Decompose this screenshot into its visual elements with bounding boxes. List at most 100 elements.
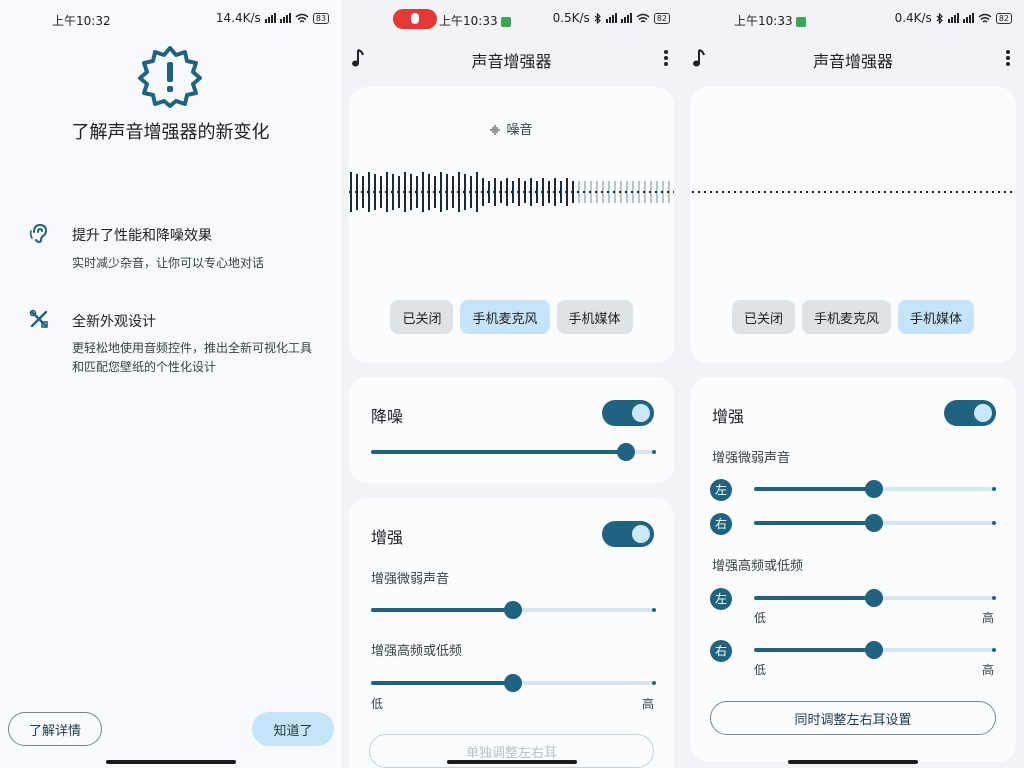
- chip-off[interactable]: 已关闭: [390, 300, 454, 334]
- more-options-icon[interactable]: [664, 50, 668, 66]
- battery-icon: 82: [653, 12, 670, 24]
- slider-thumb[interactable]: [503, 601, 522, 619]
- page-title: 了解声音增强器的新变化: [71, 122, 270, 143]
- freq-right-low-label: 低: [754, 663, 767, 677]
- status-time: 上午10:33: [734, 12, 806, 29]
- noise-reduction-card: 降噪: [349, 377, 674, 483]
- chip-phone-mic[interactable]: 手机麦克风: [460, 300, 550, 334]
- freq-slider[interactable]: [371, 674, 656, 692]
- chip-phone-mic[interactable]: 手机麦克风: [801, 300, 891, 334]
- chip-phone-media[interactable]: 手机媒体: [556, 300, 633, 334]
- waveform-icon: [490, 125, 501, 135]
- slider-fill: [754, 596, 874, 600]
- right-ear-badge-freq: 右: [710, 640, 732, 662]
- freq-left-slider[interactable]: [754, 589, 996, 607]
- status-bar: 上午10:32 14.4K/s 83: [0, 0, 341, 36]
- app-title: 声音增强器: [471, 52, 552, 71]
- wifi-icon: [978, 13, 992, 23]
- freq-right-high-label: 高: [981, 663, 994, 677]
- new-badge-alert-icon: [138, 46, 202, 108]
- left-ear-badge-freq: 左: [710, 588, 732, 610]
- network-speed: 0.5K/s: [552, 11, 590, 25]
- whats-new-screen: 上午10:32 14.4K/s 83 了解声音增强器的新变化 提升了性能和降噪效…: [0, 0, 341, 768]
- learn-more-button[interactable]: 了解详情: [8, 712, 102, 746]
- gesture-bar[interactable]: [105, 760, 236, 764]
- feature-desc-design: 更轻松地使用音频控件，推出全新可视化工具和匹配您壁纸的个性化设计: [72, 341, 313, 374]
- slider-fill: [754, 648, 874, 652]
- design-tools-icon: [29, 309, 48, 328]
- app-bar: 声音增强器: [341, 36, 682, 80]
- slider-end-dot: [652, 450, 656, 454]
- slider-fill: [371, 608, 513, 612]
- weak-sound-label: 增强微弱声音: [712, 451, 791, 466]
- ear-icon: [29, 223, 48, 244]
- sound-amplifier-screen-mic: 上午10:33 0.5K/s 82 声音增强器 噪音 已关闭 手机麦克风 手机媒…: [341, 0, 682, 768]
- visualizer-card: 噪音 已关闭 手机麦克风 手机媒体: [349, 87, 674, 363]
- wifi-icon: [295, 13, 309, 23]
- slider-thumb[interactable]: [865, 589, 883, 607]
- slider-end-dot: [992, 521, 996, 525]
- adjust-both-ears-button[interactable]: 同时调整左右耳设置: [710, 701, 996, 735]
- slider-end-dot: [992, 648, 996, 652]
- signal-icon-2: [962, 13, 974, 23]
- chip-phone-media[interactable]: 手机媒体: [898, 300, 975, 334]
- weak-sound-slider[interactable]: [371, 601, 656, 619]
- got-it-button[interactable]: 知道了: [252, 712, 334, 746]
- source-chips: 已关闭 手机麦克风 手机媒体: [349, 300, 674, 334]
- battery-icon: 83: [312, 12, 329, 24]
- status-icons: 0.5K/s 82: [553, 11, 670, 25]
- noise-reduction-title: 降噪: [371, 407, 404, 426]
- status-time: 上午10:32: [52, 14, 111, 28]
- app-bar: 声音增强器: [682, 36, 1024, 80]
- source-chips: 已关闭 手机麦克风 手机媒体: [690, 300, 1016, 334]
- slider-fill: [754, 487, 874, 491]
- freq-left-low-label: 低: [754, 611, 767, 625]
- slider-fill: [371, 450, 626, 454]
- feature-title-performance: 提升了性能和降噪效果: [72, 228, 212, 244]
- freq-right-slider[interactable]: [754, 641, 996, 659]
- slider-thumb[interactable]: [865, 641, 883, 659]
- slider-fill: [371, 681, 513, 685]
- freq-label: 增强高频或低频: [712, 559, 804, 574]
- feature-desc-performance: 实时减少杂音，让你可以专心地对话: [72, 256, 265, 270]
- silent-waveform: [692, 191, 1014, 193]
- slider-end-dot: [992, 487, 996, 491]
- visualizer-label: 噪音: [349, 119, 674, 138]
- app-title: 声音增强器: [812, 52, 893, 71]
- noise-reduction-slider[interactable]: [371, 443, 656, 461]
- gesture-bar[interactable]: [446, 760, 577, 764]
- freq-left-high-label: 高: [981, 611, 994, 625]
- slider-thumb[interactable]: [865, 514, 883, 532]
- slider-thumb[interactable]: [503, 674, 522, 692]
- slider-thumb[interactable]: [865, 480, 883, 498]
- signal-icon: [947, 13, 959, 23]
- noise-waveform: [349, 172, 674, 212]
- network-speed: 14.4K/s: [215, 11, 261, 25]
- gesture-bar[interactable]: [788, 760, 918, 764]
- enhance-switch[interactable]: [602, 521, 654, 547]
- freq-low-label: 低: [371, 697, 384, 711]
- enhance-title: 增强: [712, 407, 745, 426]
- right-ear-badge: 右: [710, 513, 732, 535]
- signal-icon: [264, 13, 276, 23]
- enhance-card: 增强 增强微弱声音 增强高频或低频 低 高 单独调整左右耳: [349, 498, 674, 768]
- enhance-switch[interactable]: [944, 400, 996, 426]
- more-options-icon[interactable]: [1006, 50, 1010, 66]
- slider-thumb[interactable]: [616, 443, 635, 461]
- battery-icon: 82: [995, 12, 1012, 24]
- weak-sound-left-slider[interactable]: [754, 480, 996, 498]
- network-speed: 0.4K/s: [894, 11, 932, 25]
- sound-amplifier-screen-media: 上午10:33 0.4K/s 82 声音增强器 已关闭 手机麦克风 手机媒体 增…: [682, 0, 1024, 768]
- status-bar: 上午10:33 0.4K/s 82: [682, 0, 1024, 36]
- signal-icon-2: [620, 13, 632, 23]
- noise-reduction-switch[interactable]: [602, 400, 654, 426]
- freq-label: 增强高频或低频: [371, 644, 463, 659]
- left-ear-badge: 左: [710, 479, 732, 501]
- chip-off[interactable]: 已关闭: [731, 300, 795, 334]
- bluetooth-icon: [936, 12, 943, 24]
- signal-icon-2: [279, 13, 291, 23]
- mic-recording-icon[interactable]: [393, 9, 437, 29]
- slider-end-dot: [992, 596, 996, 600]
- weak-sound-right-slider[interactable]: [754, 514, 996, 532]
- wifi-icon: [636, 13, 650, 23]
